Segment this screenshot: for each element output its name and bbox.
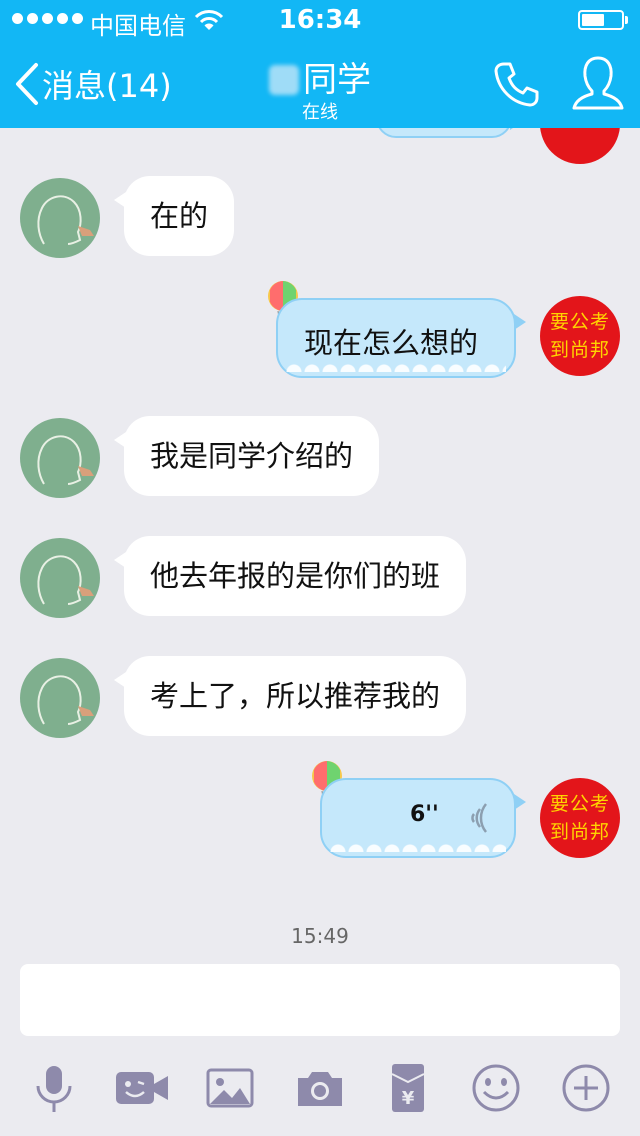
redacted-name-part [269, 65, 299, 95]
default-avatar-icon [37, 195, 94, 245]
message-bubble[interactable]: 他去年报的是你们的班 [113, 536, 467, 616]
message-bubble-self[interactable]: 现在怎么想的 [276, 298, 526, 378]
default-avatar-icon [37, 435, 94, 485]
status-bar: 中国电信 16:34 [0, 0, 640, 40]
voice-message[interactable]: 6'' [320, 778, 526, 858]
avatar-contact[interactable] [20, 178, 100, 258]
add-icon[interactable] [558, 1060, 614, 1116]
timestamp: 15:49 [291, 924, 349, 948]
avatar-contact[interactable] [20, 418, 100, 498]
contact-name[interactable]: 同学 [0, 52, 640, 101]
avatar-self[interactable]: 要公考 到尚邦 [540, 296, 620, 376]
emoji-icon[interactable] [468, 1060, 524, 1116]
contact-name-text: 同学 [303, 60, 371, 100]
clock: 16:34 [278, 5, 362, 35]
online-status: 在线 [302, 102, 338, 123]
message-bubble[interactable]: 我是同学介绍的 [113, 416, 380, 496]
microphone-icon[interactable] [26, 1060, 82, 1116]
image-icon[interactable] [202, 1060, 258, 1116]
input-toolbar: ¥ [0, 1052, 640, 1122]
message-text: 现在怎么想的 [304, 326, 479, 360]
message-bubble-partial[interactable] [376, 128, 522, 138]
message-bubble[interactable]: 在的 [113, 176, 235, 256]
avatar-self-text: 要公考 到尚邦 [549, 311, 610, 361]
message-bubble[interactable]: 考上了，所以推荐我的 [113, 656, 467, 736]
svg-text:¥: ¥ [402, 1088, 415, 1109]
cloud-decoration [330, 842, 506, 852]
voice-duration: 6'' [410, 802, 439, 827]
camera-icon[interactable] [292, 1060, 348, 1116]
voice-wave-icon [471, 803, 488, 833]
message-input[interactable] [20, 964, 620, 1036]
avatar-self-text: 要公考 到尚邦 [549, 793, 610, 843]
profile-icon[interactable] [570, 54, 626, 114]
red-packet-icon[interactable]: ¥ [380, 1060, 436, 1116]
cloud-decoration [286, 362, 506, 372]
default-avatar-icon [37, 555, 94, 605]
battery-icon [578, 10, 628, 30]
video-call-icon[interactable] [114, 1060, 170, 1116]
avatar-self[interactable]: 要公考 到尚邦 [540, 778, 620, 858]
avatar-self[interactable] [540, 128, 620, 164]
avatar-contact[interactable] [20, 538, 100, 618]
chat-messages[interactable]: 在的 现在怎么想的 要公考 到尚邦 我是同学介绍的 他去年报的是你们的班 考上了… [0, 128, 640, 958]
avatar-contact[interactable] [20, 658, 100, 738]
phone-icon[interactable] [490, 58, 542, 110]
chat-header: 消息(14) 同学 在线 [0, 40, 640, 128]
default-avatar-icon [37, 675, 94, 725]
